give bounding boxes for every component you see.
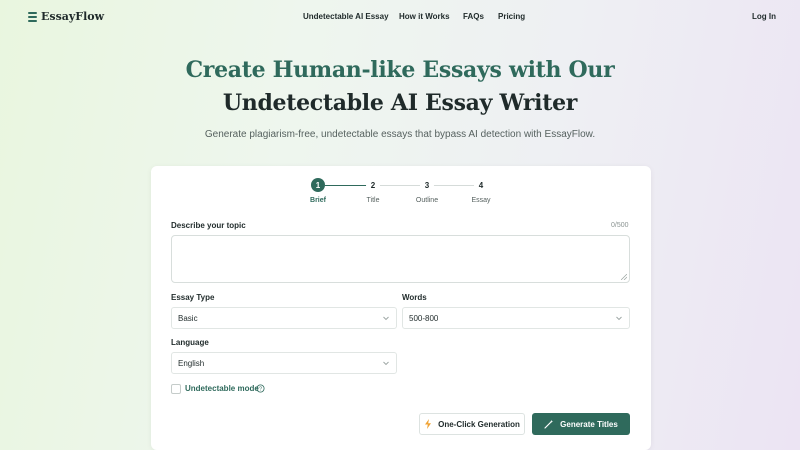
essay-type-value: Basic xyxy=(178,314,198,323)
generate-titles-label: Generate Titles xyxy=(560,419,618,429)
stepper: 1 2 3 4 Brief Title Outline Essay xyxy=(151,178,651,208)
brand-name: EssayFlow xyxy=(41,10,105,23)
step-3[interactable]: 3 xyxy=(420,178,434,192)
login-link[interactable]: Log In xyxy=(752,12,776,21)
step-4[interactable]: 4 xyxy=(474,178,488,192)
hero-subtitle: Generate plagiarism-free, undetectable e… xyxy=(204,129,596,140)
step-connector xyxy=(433,185,475,186)
resize-grip-icon[interactable] xyxy=(621,274,627,280)
one-click-generation-label: One-Click Generation xyxy=(438,419,520,429)
magic-wand-icon xyxy=(544,419,554,429)
essay-type-label: Essay Type xyxy=(171,293,215,302)
nav-link-pricing[interactable]: Pricing xyxy=(498,12,525,21)
lightning-icon xyxy=(425,419,432,429)
step-1[interactable]: 1 xyxy=(311,178,325,192)
step-connector xyxy=(379,185,421,186)
words-label: Words xyxy=(402,293,427,302)
language-label: Language xyxy=(171,338,209,347)
step-2[interactable]: 2 xyxy=(366,178,380,192)
one-click-generation-button[interactable]: One-Click Generation xyxy=(419,413,525,435)
generate-titles-button[interactable]: Generate Titles xyxy=(532,413,630,435)
topic-label: Describe your topic xyxy=(171,221,246,230)
essay-form-card: 1 2 3 4 Brief Title Outline Essay Descri… xyxy=(151,166,651,450)
language-select[interactable]: English xyxy=(171,352,397,374)
topic-char-counter: 0/500 xyxy=(611,222,629,229)
nav-link-faqs[interactable]: FAQs xyxy=(463,12,484,21)
chevron-down-icon xyxy=(616,316,622,321)
essay-type-select[interactable]: Basic xyxy=(171,307,397,329)
step-label-outline: Outline xyxy=(415,197,439,204)
help-circle-icon[interactable]: ? xyxy=(256,384,265,393)
logo[interactable]: EssayFlow xyxy=(28,10,104,23)
hero-title-line2: Undetectable AI Essay Writer xyxy=(222,90,578,116)
undetectable-mode-checkbox[interactable] xyxy=(171,384,181,394)
words-select[interactable]: 500-800 xyxy=(402,307,630,329)
chevron-down-icon xyxy=(383,361,389,366)
step-label-essay: Essay xyxy=(471,197,491,204)
step-label-title: Title xyxy=(366,197,380,204)
step-label-brief: Brief xyxy=(310,197,326,204)
chevron-down-icon xyxy=(383,316,389,321)
words-value: 500-800 xyxy=(409,314,439,323)
logo-stack-icon xyxy=(28,11,37,22)
nav-link-how-it-works[interactable]: How it Works xyxy=(399,12,450,21)
svg-text:?: ? xyxy=(259,386,262,392)
undetectable-mode-label[interactable]: Undetectable mode xyxy=(185,384,259,393)
topic-textarea[interactable] xyxy=(171,235,630,283)
language-value: English xyxy=(178,359,205,368)
nav-link-undetectable-ai-essay[interactable]: Undetectable AI Essay xyxy=(303,12,389,21)
top-nav: EssayFlow Undetectable AI Essay How it W… xyxy=(0,0,800,34)
hero-title-line1: Create Human-like Essays with Our xyxy=(185,57,615,83)
